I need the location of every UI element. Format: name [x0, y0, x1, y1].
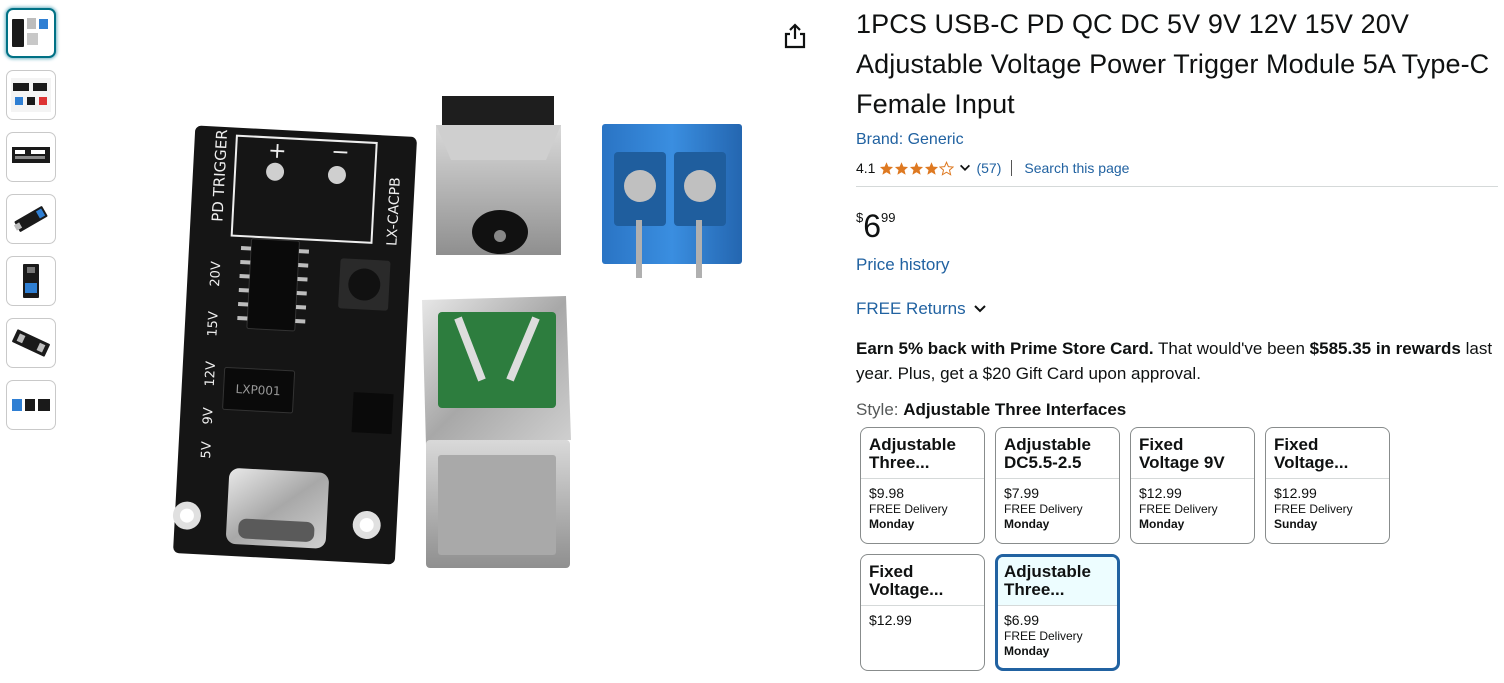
pcb-plus-label: +	[267, 138, 287, 164]
swatch-price: $12.99	[1139, 485, 1182, 501]
price-whole: 6	[863, 208, 882, 244]
dc-jack	[436, 96, 561, 255]
thumbnail-1-image	[12, 18, 48, 47]
thumbnail-6[interactable]	[6, 318, 56, 368]
swatch-title: Adjustable Three...	[861, 428, 984, 479]
thumbnail-3[interactable]	[6, 132, 56, 182]
rating-row: 4.1 (57) Search this page	[856, 156, 1496, 180]
thumbnail-6-image	[12, 329, 50, 357]
pcb-20v-label: 20V	[208, 261, 224, 287]
thumbnail-7-image	[12, 399, 50, 411]
pcb-minus-label: −	[331, 140, 351, 166]
style-swatch-3[interactable]: Fixed Voltage 9V $12.99 FREE Delivery Mo…	[1130, 427, 1255, 544]
swatch-title: Fixed Voltage...	[861, 555, 984, 606]
swatch-price: $9.98	[869, 485, 905, 501]
product-info: 1PCS USB-C PD QC DC 5V 9V 12V 15V 20V Ad…	[856, 4, 1498, 677]
main-product-image[interactable]: + − PD TRIGGER LX-CACPB LXP001 20V 15V 1…	[66, 0, 828, 683]
thumbnail-4-image	[13, 206, 48, 232]
swatch-delivery-day: Monday	[1004, 517, 1050, 531]
style-swatch-5[interactable]: Fixed Voltage... $12.99	[860, 554, 985, 671]
pcb-9v-label: 9V	[201, 407, 217, 425]
prime-card-promo: Earn 5% back with Prime Store Card. That…	[856, 336, 1496, 386]
swatch-delivery-day: Monday	[869, 517, 915, 531]
thumbnail-5[interactable]	[6, 256, 56, 306]
search-this-page-link[interactable]: Search this page	[1024, 160, 1129, 176]
brand-link[interactable]: Brand: Generic	[856, 128, 1496, 152]
usb-connector	[422, 296, 571, 568]
swatch-delivery: FREE Delivery	[1004, 629, 1083, 643]
chevron-down-icon[interactable]	[958, 161, 972, 175]
swatch-delivery: FREE Delivery	[1139, 502, 1218, 516]
star-icon	[925, 161, 939, 175]
pcb-5v-label: 5V	[199, 441, 215, 459]
pcb-12v-label: 12V	[203, 361, 219, 387]
chevron-down-icon	[973, 305, 986, 313]
thumbnail-2-image	[11, 78, 51, 112]
swatch-title: Adjustable Three...	[998, 557, 1117, 606]
swatch-price: $7.99	[1004, 485, 1040, 501]
swatch-delivery-day: Monday	[1004, 644, 1050, 658]
pcb-15v-label: 15V	[205, 311, 221, 337]
style-label: Style:	[856, 400, 899, 419]
product-photo: + − PD TRIGGER LX-CACPB LXP001 20V 15V 1…	[172, 96, 742, 568]
rating-value: 4.1	[856, 160, 876, 176]
pcb-chip-label: LXP001	[235, 382, 281, 398]
promo-bold-1: Earn 5% back with Prime Store Card.	[856, 339, 1154, 358]
swatch-price: $12.99	[1274, 485, 1317, 501]
free-returns-link[interactable]: FREE Returns	[856, 297, 1496, 321]
star-rating[interactable]	[879, 160, 955, 176]
price-symbol: $	[856, 210, 864, 225]
price: $ 6 99	[856, 207, 1496, 245]
swatch-price: $6.99	[1004, 612, 1040, 628]
price-fraction: 99	[881, 210, 896, 225]
rating-count-link[interactable]: (57)	[976, 160, 1001, 176]
style-value: Adjustable Three Interfaces	[903, 400, 1127, 419]
thumbnail-5-image	[23, 264, 39, 298]
price-history-link[interactable]: Price history	[856, 253, 1496, 277]
style-swatch-6-selected[interactable]: Adjustable Three... $6.99 FREE Delivery …	[995, 554, 1120, 671]
style-swatches: Adjustable Three... $9.98 FREE Delivery …	[856, 427, 1496, 677]
style-swatch-4[interactable]: Fixed Voltage... $12.99 FREE Delivery Su…	[1265, 427, 1390, 544]
thumbnail-7[interactable]	[6, 380, 56, 430]
style-swatch-2[interactable]: Adjustable DC5.5-2.5 $7.99 FREE Delivery…	[995, 427, 1120, 544]
thumbnail-2[interactable]	[6, 70, 56, 120]
share-icon[interactable]	[782, 22, 808, 50]
pcb-board: + − PD TRIGGER LX-CACPB LXP001 20V 15V 1…	[172, 125, 417, 565]
terminal-block	[602, 124, 742, 278]
style-swatch-1[interactable]: Adjustable Three... $9.98 FREE Delivery …	[860, 427, 985, 544]
product-title: 1PCS USB-C PD QC DC 5V 9V 12V 15V 20V Ad…	[856, 9, 1490, 119]
swatch-delivery-day: Monday	[1139, 517, 1185, 531]
promo-bold-2: $585.35 in rewards	[1309, 339, 1461, 358]
swatch-title: Fixed Voltage...	[1266, 428, 1389, 479]
star-icon	[939, 160, 955, 176]
divider	[1011, 160, 1013, 176]
star-icon	[895, 161, 909, 175]
thumbnail-4[interactable]	[6, 194, 56, 244]
free-returns-label: FREE Returns	[856, 299, 966, 318]
star-icon	[910, 161, 924, 175]
thumbnail-1[interactable]	[6, 8, 56, 58]
swatch-delivery: FREE Delivery	[1274, 502, 1353, 516]
thumbnail-3-image	[12, 147, 50, 163]
promo-text-1: That would've been	[1153, 339, 1310, 358]
thumbnail-strip	[6, 8, 58, 442]
swatch-price: $12.99	[869, 612, 912, 628]
swatch-delivery: FREE Delivery	[1004, 502, 1083, 516]
swatch-delivery: FREE Delivery	[869, 502, 948, 516]
style-selector-label: Style: Adjustable Three Interfaces	[856, 398, 1496, 422]
swatch-title: Adjustable DC5.5-2.5	[996, 428, 1119, 479]
swatch-title: Fixed Voltage 9V	[1131, 428, 1254, 479]
swatch-delivery-day: Sunday	[1274, 517, 1318, 531]
divider	[856, 186, 1498, 187]
star-icon	[880, 161, 894, 175]
